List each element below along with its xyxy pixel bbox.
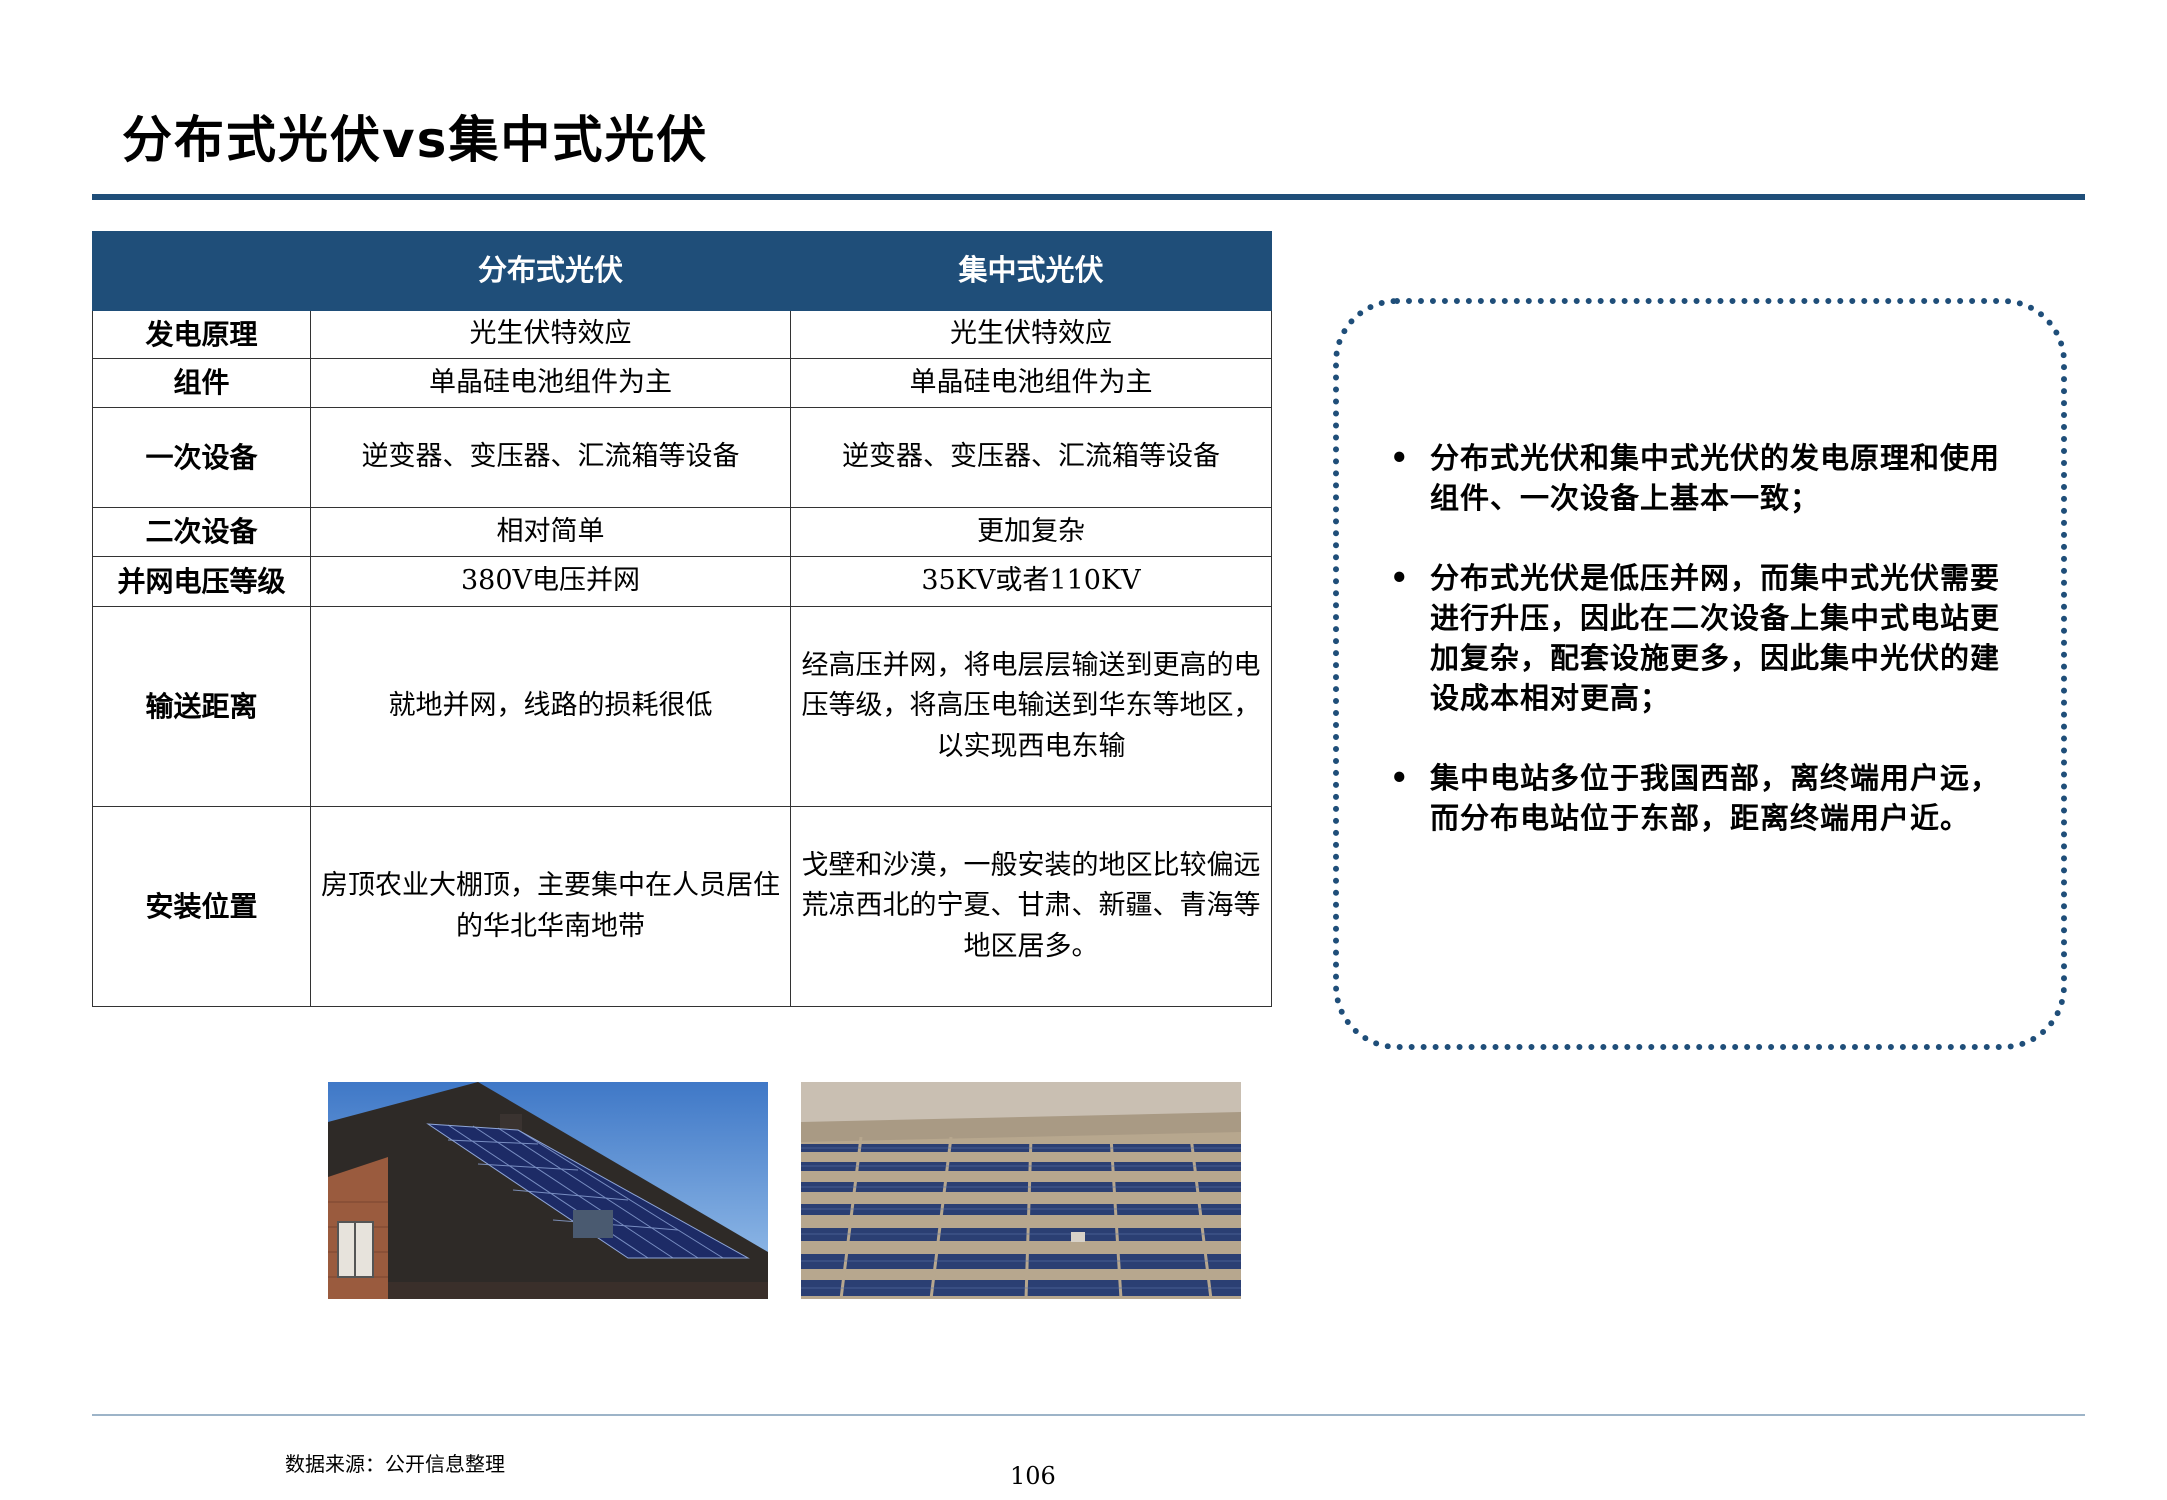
centralized-cell: 戈壁和沙漠，一般安装的地区比较偏远荒凉西北的宁夏、甘肃、新疆、青海等地区居多。 [790, 806, 1272, 1007]
comparison-table: 分布式光伏 集中式光伏 发电原理 光生伏特效应 光生伏特效应 组件 单晶硅电池组… [92, 231, 1272, 1007]
table-header-row: 分布式光伏 集中式光伏 [92, 231, 1272, 311]
distributed-cell: 房顶农业大棚顶，主要集中在人员居住的华北华南地带 [310, 806, 791, 1007]
table-row: 安装位置 房顶农业大棚顶，主要集中在人员居住的华北华南地带 戈壁和沙漠，一般安装… [92, 806, 1272, 1007]
table-row: 一次设备 逆变器、变压器、汇流箱等设备 逆变器、变压器、汇流箱等设备 [92, 407, 1272, 508]
header-distributed: 分布式光伏 [310, 231, 791, 311]
distributed-cell: 就地并网，线路的损耗很低 [310, 606, 791, 807]
table-row: 发电原理 光生伏特效应 光生伏特效应 [92, 310, 1272, 359]
note-text: 集中电站多位于我国西部，离终端用户远，而分布电站位于东部，距离终端用户近。 [1430, 761, 2001, 835]
distributed-cell: 光生伏特效应 [310, 310, 791, 359]
row-label: 发电原理 [92, 310, 311, 359]
row-label: 组件 [92, 358, 311, 408]
distributed-cell: 380V电压并网 [310, 556, 791, 607]
bullet-icon: • [1390, 441, 1410, 475]
table-row: 二次设备 相对简单 更加复杂 [92, 507, 1272, 557]
page-title: 分布式光伏vs集中式光伏 [122, 111, 709, 169]
row-label: 输送距离 [92, 606, 311, 807]
distributed-cell: 相对简单 [310, 507, 791, 557]
footer-divider [92, 1414, 2085, 1416]
row-label: 一次设备 [92, 407, 311, 508]
row-label: 二次设备 [92, 507, 311, 557]
centralized-cell: 经高压并网，将电层层输送到更高的电压等级，将高压电输送到华东等地区，以实现西电东… [790, 606, 1272, 807]
centralized-cell: 更加复杂 [790, 507, 1272, 557]
notes-list: • 分布式光伏和集中式光伏的发电原理和使用组件、一次设备上基本一致； • 分布式… [1390, 438, 2015, 878]
solar-farm-photo [801, 1082, 1241, 1299]
row-label: 并网电压等级 [92, 556, 311, 607]
header-cell-empty [92, 231, 311, 311]
row-label: 安装位置 [92, 806, 311, 1007]
title-divider [92, 194, 2085, 200]
table-row: 并网电压等级 380V电压并网 35KV或者110KV [92, 556, 1272, 607]
note-text: 分布式光伏和集中式光伏的发电原理和使用组件、一次设备上基本一致； [1430, 441, 2001, 515]
centralized-cell: 光生伏特效应 [790, 310, 1272, 359]
centralized-cell: 单晶硅电池组件为主 [790, 358, 1272, 408]
bullet-icon: • [1390, 561, 1410, 595]
list-item: • 分布式光伏是低压并网，而集中式光伏需要进行升压，因此在二次设备上集中式电站更… [1390, 558, 2015, 718]
distributed-cell: 逆变器、变压器、汇流箱等设备 [310, 407, 791, 508]
header-centralized: 集中式光伏 [790, 231, 1272, 311]
list-item: • 分布式光伏和集中式光伏的发电原理和使用组件、一次设备上基本一致； [1390, 438, 2015, 518]
page-number: 106 [1010, 1462, 1056, 1490]
data-source-note: 数据来源：公开信息整理 [285, 1452, 505, 1476]
note-text: 分布式光伏是低压并网，而集中式光伏需要进行升压，因此在二次设备上集中式电站更加复… [1430, 561, 2001, 715]
table-row: 组件 单晶硅电池组件为主 单晶硅电池组件为主 [92, 358, 1272, 408]
centralized-cell: 35KV或者110KV [790, 556, 1272, 607]
rooftop-solar-photo [328, 1082, 768, 1299]
distributed-cell: 单晶硅电池组件为主 [310, 358, 791, 408]
centralized-cell: 逆变器、变压器、汇流箱等设备 [790, 407, 1272, 508]
list-item: • 集中电站多位于我国西部，离终端用户远，而分布电站位于东部，距离终端用户近。 [1390, 758, 2015, 838]
table-row: 输送距离 就地并网，线路的损耗很低 经高压并网，将电层层输送到更高的电压等级，将… [92, 606, 1272, 807]
bullet-icon: • [1390, 761, 1410, 795]
